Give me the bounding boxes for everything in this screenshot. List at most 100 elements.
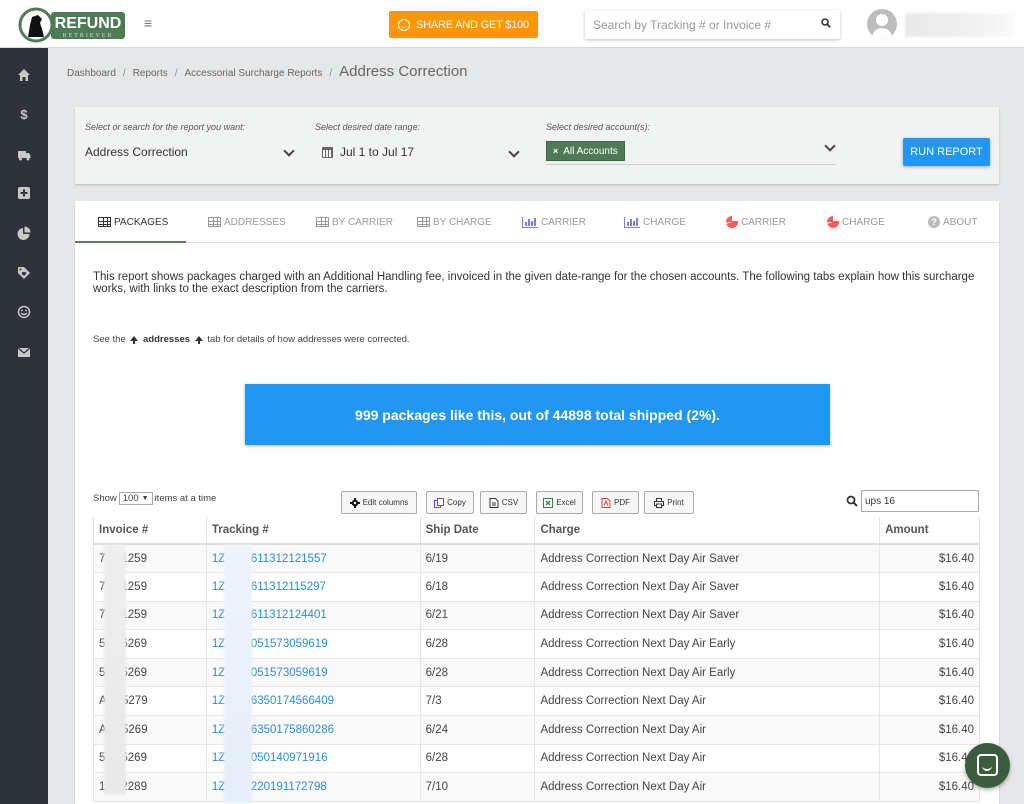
tab-label: CHARGE: [842, 216, 885, 228]
smiley-icon: [17, 305, 31, 319]
amount-cell: $16.40: [879, 600, 980, 631]
amount-cell: $16.40: [879, 686, 980, 717]
tab-by-carrier[interactable]: BY CARRIER: [316, 201, 393, 243]
button-label: Edit columns: [362, 498, 409, 507]
calendar-icon: [322, 147, 333, 158]
tab-charge-bar[interactable]: CHARGE: [624, 201, 686, 243]
sidebar-item-messages[interactable]: [14, 342, 34, 362]
excel-icon: [543, 497, 554, 508]
tab-carrier-bar[interactable]: CARRIER: [522, 201, 586, 243]
charge-cell: Address Correction Next Day Air Saver: [534, 572, 881, 602]
breadcrumb-reports[interactable]: Reports: [133, 68, 168, 79]
tab-label: CARRIER: [741, 216, 787, 228]
dropdown-arrow-icon: ▼: [141, 495, 149, 502]
redacted-tracking-column: [224, 545, 252, 803]
chevron-down-icon[interactable]: [509, 148, 519, 158]
run-report-button[interactable]: RUN REPORT: [903, 138, 990, 166]
account-select-input[interactable]: [546, 164, 836, 165]
account-chip-label: All Accounts: [563, 145, 618, 157]
breadcrumb-accessorial-reports[interactable]: Accessorial Surcharge Reports: [185, 68, 323, 79]
copy-button[interactable]: Copy: [426, 491, 474, 514]
search-icon[interactable]: [821, 18, 831, 28]
page-size-select[interactable]: 100 ▼: [118, 492, 153, 505]
tab-about[interactable]: ? ABOUT: [928, 201, 977, 243]
menu-toggle-icon[interactable]: ≡: [144, 15, 156, 31]
print-button[interactable]: Print: [644, 491, 694, 514]
tab-packages[interactable]: PACKAGES: [98, 201, 168, 243]
breadcrumb-separator: /: [174, 68, 178, 79]
column-header-amount[interactable]: Amount: [879, 517, 980, 545]
tab-label: CARRIER: [541, 216, 587, 228]
table-filter-input[interactable]: [861, 490, 979, 512]
column-header-ship-date[interactable]: Ship Date: [419, 517, 536, 545]
plus-square-icon: [18, 187, 30, 199]
table-icon: [208, 217, 221, 227]
pie-chart-icon: [827, 215, 840, 228]
chat-button[interactable]: [965, 743, 1010, 788]
tab-charge-pie[interactable]: CHARGE: [827, 201, 885, 243]
truck-icon: [18, 151, 31, 161]
sidebar-item-feedback[interactable]: [14, 302, 34, 322]
tag-heart-icon: [18, 267, 30, 279]
hint-prefix: See the: [93, 334, 126, 345]
amount-cell: $16.40: [879, 715, 980, 745]
button-label: Copy: [447, 498, 466, 507]
edit-columns-button[interactable]: Edit columns: [341, 491, 417, 514]
ship-date-cell: 6/19: [419, 543, 536, 574]
chat-bubble-icon: [977, 754, 998, 776]
share-button[interactable]: SHARE AND GET $100: [389, 11, 538, 38]
account-select-label: Select desired account(s):: [546, 122, 651, 132]
breadcrumb-separator: /: [122, 68, 126, 79]
sidebar: $: [0, 48, 48, 804]
report-tabs: PACKAGES ADDRESSES BY CARRIER BY CHARGE …: [75, 201, 999, 243]
table-icon: [417, 217, 430, 227]
tracking-search: [585, 10, 840, 39]
chevron-down-icon[interactable]: [825, 142, 835, 152]
ship-date-cell: 6/28: [419, 657, 536, 688]
column-header-charge[interactable]: Charge: [534, 517, 881, 545]
sidebar-item-billing[interactable]: $: [14, 104, 34, 124]
active-tab-indicator: [75, 241, 186, 243]
excel-button[interactable]: Excel: [536, 491, 583, 514]
ship-date-cell: 7/10: [419, 772, 536, 802]
printer-icon: [654, 497, 665, 508]
tab-carrier-pie[interactable]: CARRIER: [726, 201, 786, 243]
date-range-label: Select desired date range:: [315, 122, 421, 132]
table-icon: [98, 217, 111, 227]
amount-cell: $16.40: [879, 629, 980, 659]
user-avatar[interactable]: [867, 9, 897, 39]
pdf-button[interactable]: PDF: [592, 491, 639, 514]
hint-suffix: tab for details of how addresses were co…: [207, 334, 410, 345]
report-selection-panel: Select or search for the report you want…: [75, 107, 999, 184]
csv-button[interactable]: CSV: [480, 491, 527, 514]
breadcrumb-dashboard[interactable]: Dashboard: [67, 68, 116, 79]
date-range-select[interactable]: Jul 1 to Jul 17: [340, 145, 414, 159]
user-name-redacted[interactable]: [905, 13, 1015, 37]
pdf-icon: [601, 497, 611, 508]
sidebar-item-reports[interactable]: [14, 223, 34, 243]
chip-remove-icon[interactable]: ×: [553, 146, 558, 156]
tracking-search-input[interactable]: [585, 10, 805, 39]
column-header-invoice[interactable]: Invoice #: [93, 517, 207, 545]
sidebar-item-home[interactable]: [14, 65, 34, 85]
sidebar-item-shipping[interactable]: [14, 145, 34, 165]
sidebar-item-add[interactable]: [14, 183, 34, 203]
table-icon: [316, 217, 329, 227]
pie-chart-icon: [17, 226, 31, 240]
refund-retriever-logo[interactable]: REFUND RETRIEVER: [18, 7, 128, 43]
charge-cell: Address Correction Next Day Air Early: [534, 657, 881, 688]
tab-by-charge[interactable]: BY CHARGE: [417, 201, 492, 243]
amount-cell: $16.40: [879, 657, 980, 688]
addresses-tab-link[interactable]: addresses: [143, 334, 190, 345]
report-select[interactable]: Address Correction: [85, 145, 188, 159]
sidebar-item-tags[interactable]: [14, 263, 34, 283]
gear-icon: [349, 497, 360, 508]
page-size-value: 100: [122, 493, 139, 504]
charge-cell: Address Correction Next Day Air Saver: [534, 600, 881, 631]
logo-text: REFUND: [55, 15, 122, 32]
chevron-down-icon[interactable]: [284, 147, 294, 157]
ship-date-cell: 6/21: [419, 600, 536, 631]
share-button-label: SHARE AND GET $100: [416, 18, 529, 31]
column-header-tracking[interactable]: Tracking #: [205, 517, 421, 545]
tab-addresses[interactable]: ADDRESSES: [208, 201, 286, 243]
